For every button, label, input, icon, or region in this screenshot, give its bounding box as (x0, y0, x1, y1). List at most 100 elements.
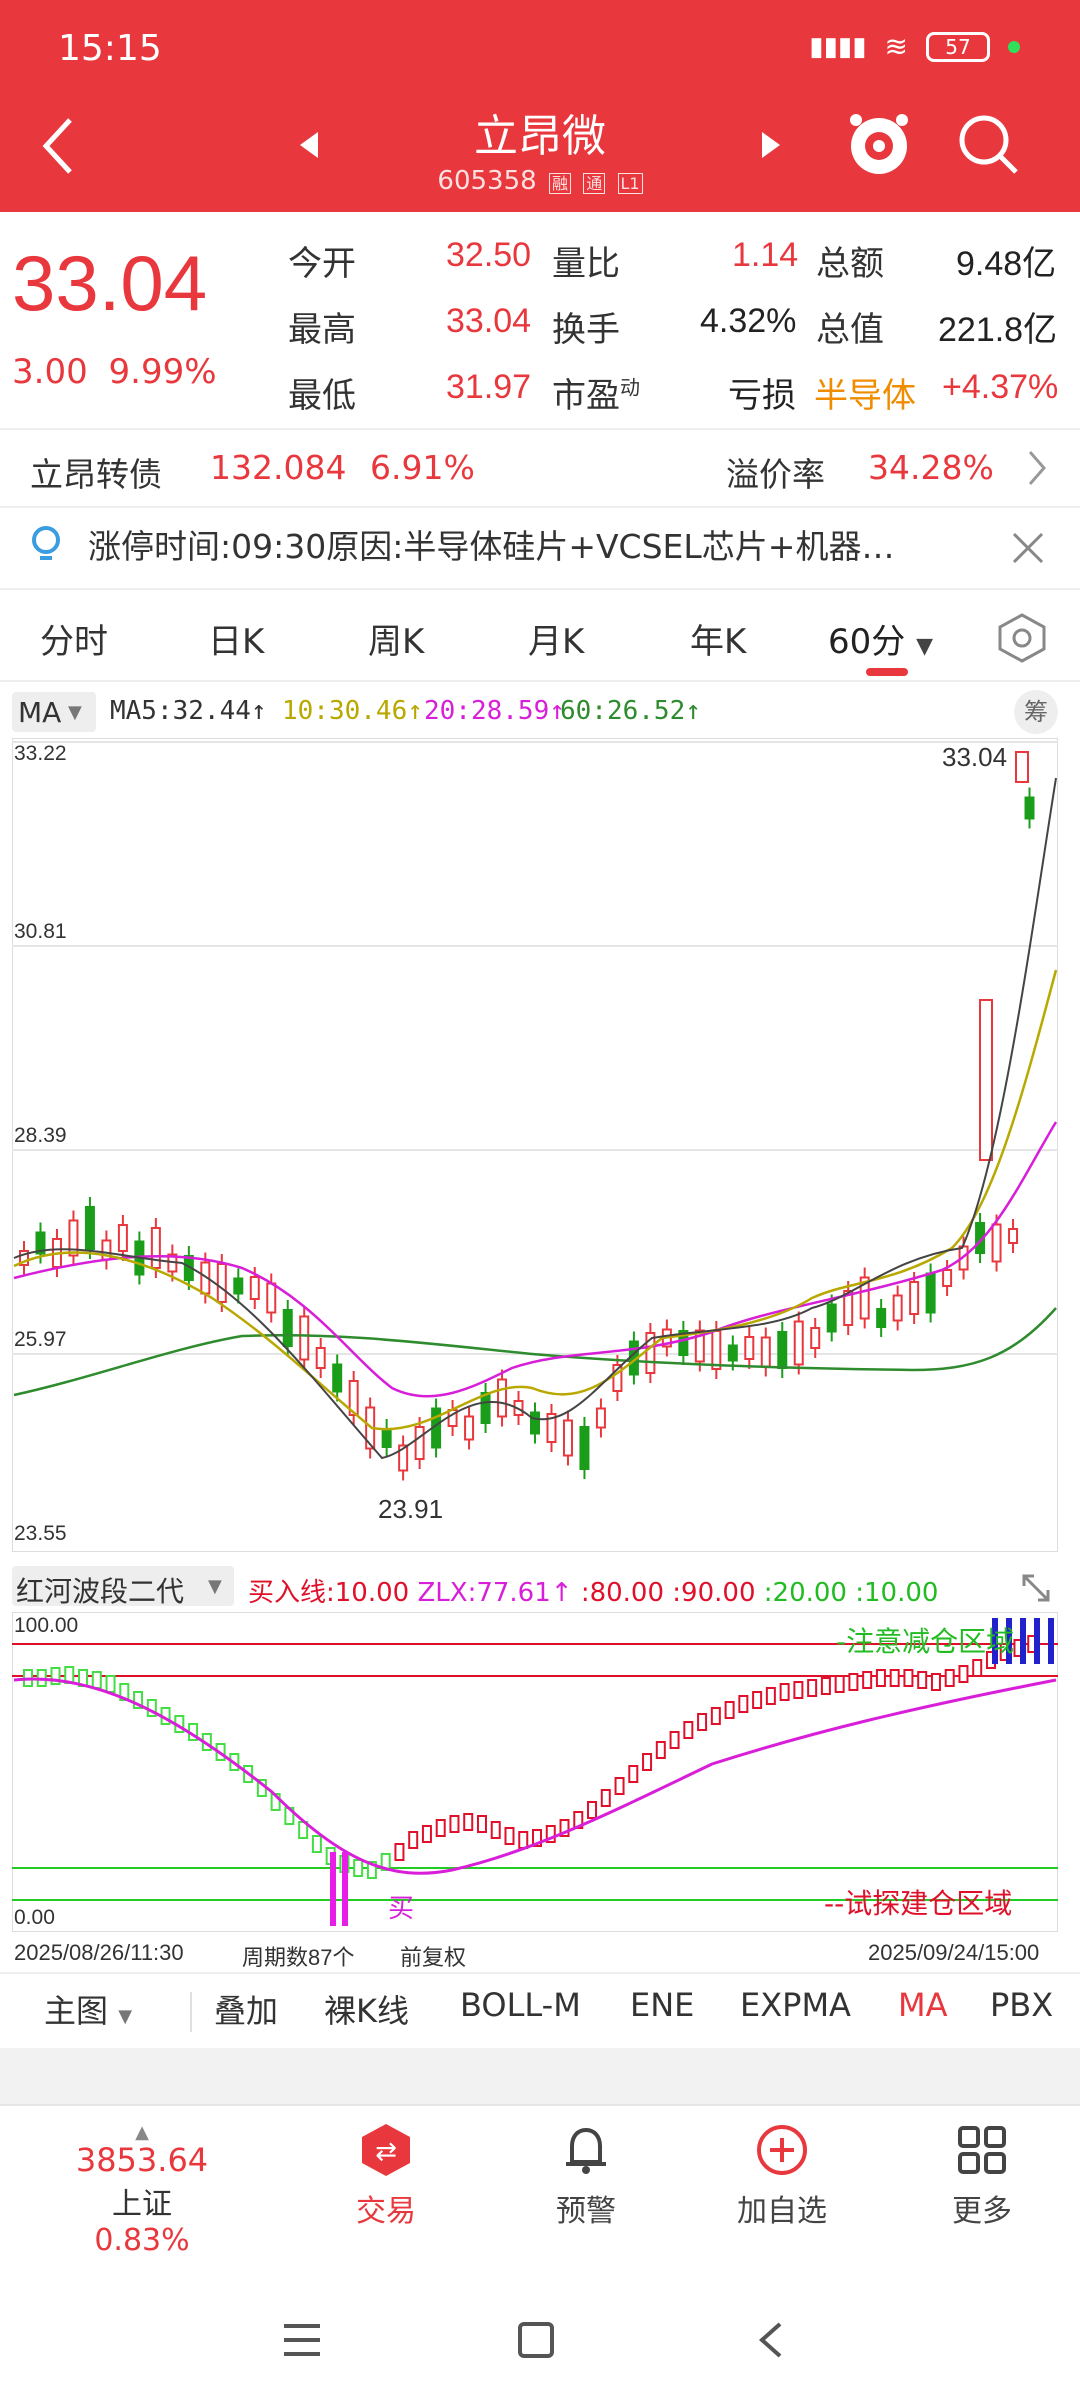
indicator-bar (903, 1669, 914, 1687)
candle-body (760, 1336, 771, 1368)
turnover-amount-value: 9.48亿 (956, 245, 1057, 283)
ma-selector[interactable]: MA ▼ (12, 692, 96, 732)
indicator-bar (779, 1683, 790, 1701)
limit-up-notice[interactable]: 涨停时间:09:30原因:半导体硅片+VCSEL芯片+机器… (88, 520, 894, 568)
stock-code: 605358 融 通 L1 (0, 166, 1080, 196)
indicator-bar (917, 1671, 928, 1689)
candle-body (84, 1206, 95, 1250)
indicator-ene[interactable]: ENE (630, 1986, 694, 2024)
candle-body (1024, 796, 1035, 820)
privacy-dot-icon (1008, 40, 1020, 53)
indicator-expma[interactable]: EXPMA (740, 1986, 851, 2024)
search-icon[interactable] (956, 112, 1020, 176)
tab-60min[interactable]: 60分 ▼ (828, 614, 933, 663)
indicator-bar (738, 1695, 749, 1713)
nav-add-watchlist[interactable]: 加自选 (702, 2122, 862, 2230)
high-marker-label: 33.04 (942, 742, 1007, 772)
main-chart-menu[interactable]: 主图 ▼ (44, 1986, 132, 2032)
kline-chart[interactable]: 33.04 23.91 (12, 738, 1058, 1552)
candle-body (216, 1263, 227, 1303)
active-tab-indicator (866, 668, 908, 676)
bottom-nav: ▲ 3853.64 上证 0.83% ⇄ 交易 预警 加自选 更多 (0, 2104, 1080, 2274)
indicator-bar (875, 1669, 886, 1687)
candle-body (150, 1227, 161, 1269)
divider (0, 1972, 1080, 1974)
bond-name[interactable]: 立昂转债 (30, 448, 162, 496)
indicator-pbx[interactable]: PBX (990, 1986, 1053, 2024)
expand-icon[interactable] (1016, 1568, 1056, 1608)
next-stock-icon[interactable] (760, 130, 782, 160)
sub-legend-buy-line: 买入线:10.00 (248, 1578, 410, 1608)
tab-monthly-k[interactable]: 月K (528, 614, 584, 663)
indicator-ma[interactable]: MA (898, 1986, 948, 2024)
chip-distribution-button[interactable]: 筹 (1014, 690, 1058, 734)
turnover-rate-label: 换手 (552, 310, 620, 350)
indicator-bar (587, 1801, 598, 1819)
sub-indicator-selector[interactable]: 红河波段二代 ▼ (12, 1566, 234, 1608)
buy-signal-bar (342, 1852, 348, 1926)
tab-yearly-k[interactable]: 年K (690, 614, 746, 663)
candle-body (810, 1327, 821, 1349)
turnover-rate-value: 4.32% (700, 302, 797, 340)
header-bar: 15:15 ▮▮▮▮ ≋ 57 立昂微 605358 融 通 L1 (0, 0, 1080, 212)
tab-weekly-k[interactable]: 周K (368, 614, 424, 663)
system-nav-bar (0, 2280, 1080, 2400)
premium-value: 34.28% (868, 448, 994, 487)
indicator-bar (765, 1687, 776, 1705)
chevron-right-icon[interactable] (1026, 448, 1048, 488)
svg-text:⇄: ⇄ (375, 2137, 397, 2167)
buy-signal-bar (330, 1852, 336, 1926)
nav-more[interactable]: 更多 (902, 2122, 1062, 2230)
sector-name[interactable]: 半导体 (814, 368, 916, 417)
candle-body (414, 1426, 425, 1460)
add-circle-icon (757, 2125, 807, 2175)
close-icon[interactable] (1010, 530, 1046, 566)
indicator-bar (752, 1691, 763, 1709)
lightbulb-icon (32, 526, 60, 560)
tag-margin: 融 (548, 173, 571, 194)
menu-icon[interactable] (282, 2322, 322, 2358)
stock-name: 立昂微 (474, 111, 606, 162)
candle-body (497, 1378, 508, 1418)
caret-down-icon: ▼ (118, 2006, 133, 2027)
turnover-amount-label: 总额 (816, 244, 884, 284)
candle-body (464, 1415, 475, 1441)
indicator-bar (408, 1831, 419, 1849)
candle-body (942, 1269, 953, 1287)
tab-intraday[interactable]: 分时 (40, 614, 108, 663)
y-axis-label-3: 28.39 (14, 1124, 67, 1147)
sub-indicator-label: 红河波段二代 (16, 1575, 185, 1608)
candle-body (282, 1309, 293, 1347)
indicator-bar (669, 1731, 680, 1749)
tab-daily-k[interactable]: 日K (208, 614, 264, 663)
sub-y-max: 100.00 (14, 1614, 79, 1637)
home-icon[interactable] (516, 2320, 556, 2360)
change-value: 3.00 (12, 352, 88, 392)
candle-body (727, 1344, 738, 1362)
nav-alert[interactable]: 预警 (506, 2122, 666, 2230)
nav-index-quote[interactable]: ▲ 3853.64 上证 0.83% (62, 2122, 222, 2258)
mascot-icon[interactable] (846, 108, 912, 180)
sub-legend-10: :10.00 (855, 1578, 939, 1608)
indicator-naked-k[interactable]: 裸K线 (324, 1986, 409, 2032)
nav-add-watchlist-label: 加自选 (737, 2194, 827, 2229)
divider (0, 506, 1080, 508)
y-axis-label-max: 33.22 (14, 742, 67, 765)
indicator-bar (504, 1827, 515, 1845)
settings-hexagon-icon[interactable] (996, 612, 1048, 664)
back-nav-icon[interactable] (756, 2320, 786, 2360)
divider (0, 680, 1080, 682)
indicator-overlay[interactable]: 叠加 (214, 1986, 278, 2032)
y-axis-label-2: 30.81 (14, 920, 67, 943)
separator-band (0, 2048, 1080, 2104)
main-chart-menu-label: 主图 (44, 1992, 109, 2030)
sub-legend-values: 买入线:10.00 ZLX:77.61↑ :80.00 :90.00 :20.0… (248, 1572, 938, 1609)
divider (0, 588, 1080, 590)
indicator-boll-m[interactable]: BOLL-M (460, 1986, 581, 2024)
candle-body (579, 1426, 590, 1470)
candle-body (315, 1347, 326, 1369)
indicator-bar (628, 1765, 639, 1783)
ma-selector-label: MA (18, 696, 62, 729)
nav-trade[interactable]: ⇄ 交易 (306, 2122, 466, 2230)
indicator-bar (449, 1815, 460, 1833)
